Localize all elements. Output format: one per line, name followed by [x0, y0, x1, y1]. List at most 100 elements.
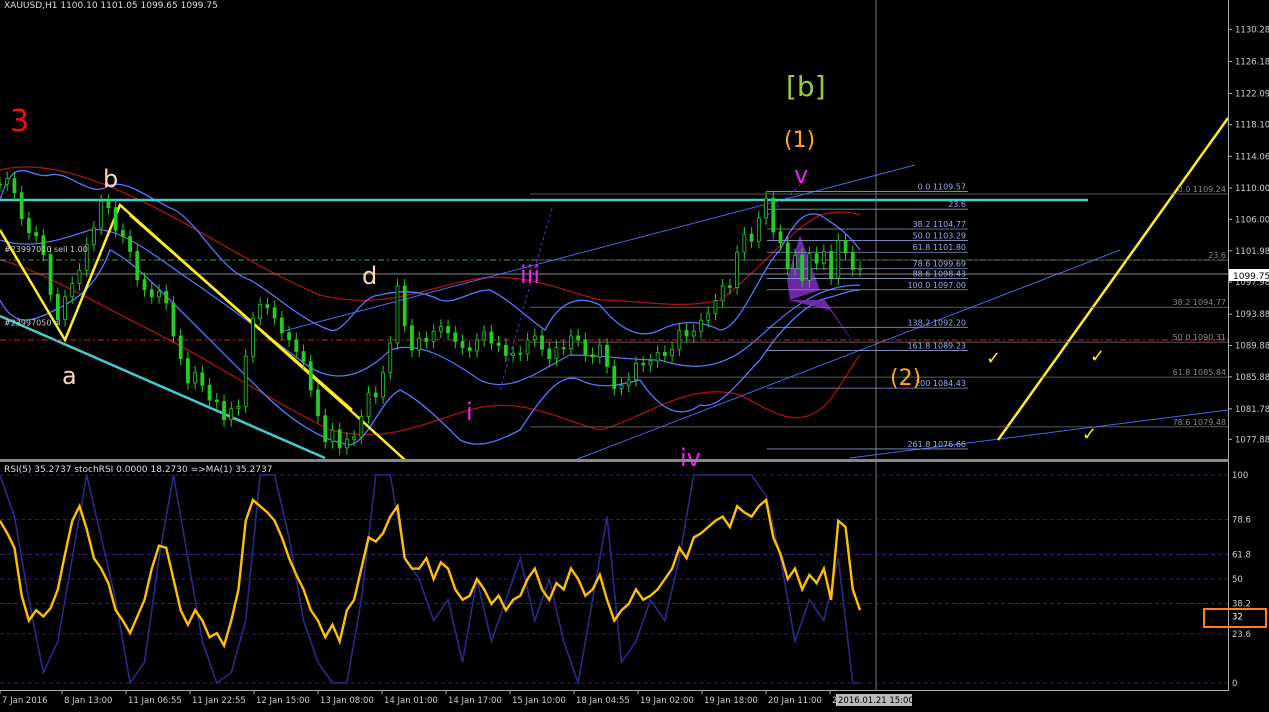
candle-body[interactable]	[706, 312, 711, 321]
candle-body[interactable]	[771, 197, 776, 233]
candle-body[interactable]	[511, 352, 516, 356]
candle-body[interactable]	[388, 342, 393, 374]
candle-body[interactable]	[843, 240, 848, 254]
candle-body[interactable]	[648, 360, 653, 366]
candle-body[interactable]	[55, 294, 60, 320]
candle-body[interactable]	[532, 335, 537, 341]
candle-body[interactable]	[308, 361, 313, 391]
candle-body[interactable]	[778, 231, 783, 244]
candle-body[interactable]	[836, 240, 841, 279]
candle-body[interactable]	[547, 348, 552, 360]
candle-body[interactable]	[496, 342, 501, 346]
candle-body[interactable]	[265, 304, 270, 309]
candle-body[interactable]	[402, 285, 407, 327]
candle-body[interactable]	[489, 331, 494, 344]
candle-body[interactable]	[344, 438, 349, 449]
candle-body[interactable]	[764, 197, 768, 219]
candle-body[interactable]	[467, 347, 472, 352]
candle-body[interactable]	[626, 379, 631, 386]
candle-body[interactable]	[294, 339, 299, 352]
candle-body[interactable]	[34, 232, 39, 237]
candle-body[interactable]	[518, 352, 523, 355]
candle-body[interactable]	[590, 354, 595, 358]
candle-body[interactable]	[814, 253, 819, 264]
candle-body[interactable]	[655, 351, 660, 362]
candle-body[interactable]	[236, 405, 241, 410]
candle-body[interactable]	[243, 355, 248, 407]
candle-body[interactable]	[381, 372, 385, 398]
candle-body[interactable]	[113, 207, 118, 231]
candle-body[interactable]	[5, 178, 10, 185]
candle-body[interactable]	[475, 339, 479, 352]
candle-body[interactable]	[337, 429, 342, 449]
candle-body[interactable]	[735, 251, 740, 288]
trading-chart[interactable]: 0.0 1109.57 23.6 38.2 1104.77 50.0 1103.29 6…	[0, 0, 1269, 712]
candle-body[interactable]	[301, 351, 306, 363]
candle-body[interactable]	[106, 200, 111, 209]
order-line-label[interactable]: #23997010 sell 1.00	[4, 245, 88, 254]
candle-body[interactable]	[829, 251, 833, 279]
candle-body[interactable]	[70, 283, 75, 298]
candle-body[interactable]	[135, 251, 140, 281]
candle-body[interactable]	[677, 330, 682, 350]
candle-body[interactable]	[446, 326, 450, 334]
candle-body[interactable]	[366, 392, 371, 417]
candle-body[interactable]	[482, 331, 487, 341]
candle-body[interactable]	[410, 325, 414, 351]
candle-body[interactable]	[821, 251, 826, 264]
candle-body[interactable]	[120, 229, 125, 237]
order-line-label[interactable]: #23997050 sl	[4, 318, 60, 327]
candle-body[interactable]	[164, 290, 169, 304]
candle-body[interactable]	[63, 296, 67, 320]
candle-body[interactable]	[800, 254, 805, 281]
candle-body[interactable]	[670, 348, 675, 356]
candle-body[interactable]	[395, 285, 400, 344]
candle-body[interactable]	[720, 285, 725, 302]
candle-body[interactable]	[19, 192, 24, 219]
candle-body[interactable]	[756, 217, 761, 242]
candle-body[interactable]	[157, 290, 161, 298]
candle-body[interactable]	[742, 233, 747, 253]
candle-body[interactable]	[0, 183, 2, 186]
candle-body[interactable]	[92, 227, 96, 245]
candle-body[interactable]	[858, 267, 862, 270]
candle-body[interactable]	[258, 304, 263, 320]
candle-body[interactable]	[359, 416, 364, 438]
candle-body[interactable]	[251, 318, 255, 357]
candle-body[interactable]	[431, 330, 436, 342]
candle-body[interactable]	[850, 252, 855, 270]
candle-body[interactable]	[785, 242, 790, 270]
candle-body[interactable]	[229, 408, 234, 421]
candle-body[interactable]	[576, 335, 581, 341]
candle-body[interactable]	[272, 307, 277, 319]
candle-body[interactable]	[641, 362, 646, 366]
candle-body[interactable]	[48, 254, 53, 295]
candle-body[interactable]	[634, 362, 638, 381]
candle-body[interactable]	[561, 347, 566, 350]
candle-body[interactable]	[684, 330, 689, 337]
candle-body[interactable]	[749, 233, 754, 242]
candle-body[interactable]	[583, 339, 588, 356]
candle-body[interactable]	[612, 366, 617, 389]
candle-body[interactable]	[149, 289, 154, 298]
candle-body[interactable]	[597, 344, 602, 358]
candle-body[interactable]	[460, 341, 465, 349]
candle-body[interactable]	[713, 300, 718, 314]
candle-body[interactable]	[619, 384, 624, 389]
candle-body[interactable]	[417, 337, 422, 351]
candle-body[interactable]	[438, 326, 443, 332]
candle-body[interactable]	[691, 330, 696, 337]
candle-body[interactable]	[178, 335, 183, 360]
candle-body[interactable]	[171, 302, 176, 337]
candle-body[interactable]	[728, 285, 732, 288]
candle-body[interactable]	[287, 332, 291, 341]
candle-body[interactable]	[207, 384, 212, 401]
candle-body[interactable]	[279, 317, 284, 334]
candle-body[interactable]	[214, 399, 219, 403]
candle-body[interactable]	[554, 347, 559, 360]
candle-body[interactable]	[27, 218, 31, 234]
candle-body[interactable]	[222, 401, 226, 421]
candle-body[interactable]	[352, 436, 357, 440]
candle-body[interactable]	[185, 358, 190, 384]
candle-body[interactable]	[662, 351, 667, 356]
